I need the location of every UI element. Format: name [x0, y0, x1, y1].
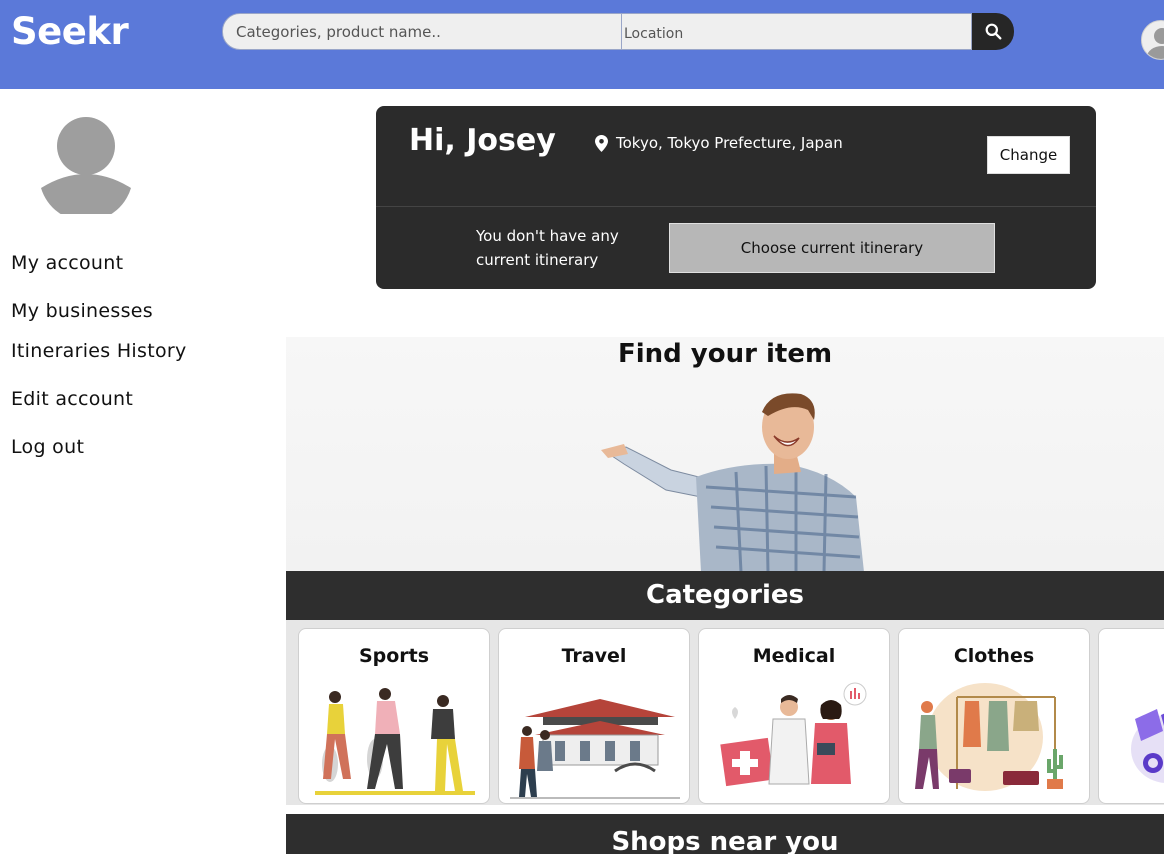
hero-title: Find your item	[617, 339, 833, 369]
clothes-illustration	[915, 683, 1063, 791]
sidebar-item-my-account[interactable]: My account	[11, 252, 123, 274]
shops-heading: Shops near you	[286, 814, 1164, 857]
sidebar-avatar	[39, 116, 133, 222]
sports-illustration	[315, 688, 475, 795]
user-avatar-icon	[41, 117, 131, 222]
map-pin-icon	[595, 134, 608, 152]
sidebar-item-edit-account[interactable]: Edit account	[11, 388, 133, 410]
category-title: Medical	[752, 645, 836, 667]
category-title: Sports	[358, 645, 430, 667]
sidebar-item-itineraries-history[interactable]: Itineraries History	[11, 340, 187, 362]
greeting-title: Hi, Josey	[409, 123, 556, 158]
search-button[interactable]	[972, 13, 1014, 50]
pointing-man-illustration	[601, 393, 864, 571]
divider	[376, 206, 1096, 207]
current-location: Tokyo, Tokyo Prefecture, Japan	[595, 134, 843, 152]
category-card-clothes[interactable]: Clothes	[898, 628, 1090, 804]
greeting-card: Hi, Josey Tokyo, Tokyo Prefecture, Japan…	[376, 106, 1096, 289]
itinerary-status-text: You don't have any current itinerary	[476, 227, 619, 269]
current-location-text: Tokyo, Tokyo Prefecture, Japan	[616, 134, 843, 152]
choose-itinerary-button[interactable]: Choose current itinerary	[669, 223, 995, 273]
categories-heading: Categories	[286, 571, 1164, 620]
category-title: Travel	[561, 645, 627, 667]
sidebar-item-my-businesses[interactable]: My businesses	[11, 300, 153, 322]
category-card-travel[interactable]: Travel	[498, 628, 690, 804]
sidebar-item-log-out[interactable]: Log out	[11, 436, 84, 458]
app-logo[interactable]: Seekr	[11, 10, 129, 53]
top-header: Seekr	[0, 0, 1164, 89]
category-card-medical[interactable]: Medical	[698, 628, 890, 804]
search-bar	[222, 13, 1014, 50]
hero-banner: Find your item	[286, 337, 1164, 571]
travel-illustration	[510, 699, 680, 799]
categories-carousel: Sports Travel Medical Clothes	[286, 620, 1164, 805]
category-card-partial[interactable]	[1098, 628, 1164, 804]
gadgets-illustration	[1131, 709, 1164, 783]
header-avatar[interactable]	[1141, 20, 1164, 60]
search-input[interactable]	[222, 13, 626, 50]
category-card-sports[interactable]: Sports	[298, 628, 490, 804]
category-title: Clothes	[953, 645, 1035, 667]
medical-illustration	[720, 682, 867, 787]
change-location-button[interactable]: Change	[987, 136, 1070, 174]
user-avatar-icon	[1147, 28, 1164, 59]
magnifier-icon	[985, 23, 1001, 40]
location-input[interactable]	[621, 13, 972, 50]
